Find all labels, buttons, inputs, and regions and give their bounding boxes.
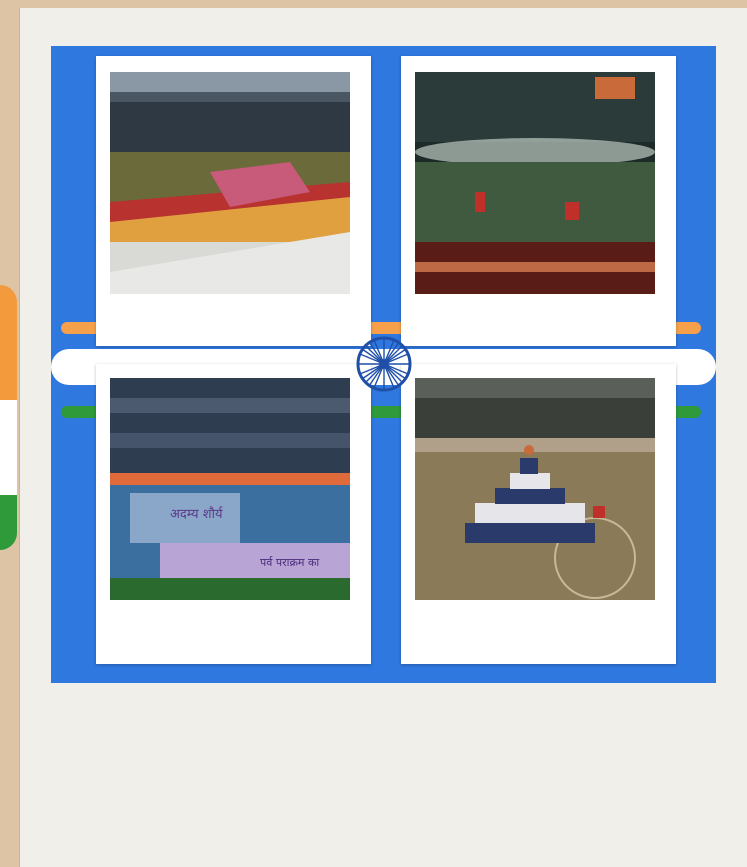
stadium-performance-photo: [110, 72, 350, 294]
photo-card-night-ceremony[interactable]: [401, 56, 676, 346]
page-canvas: अदम्य शौर्य पर्व पराक्रम का: [19, 8, 747, 867]
left-frame-strip: [0, 0, 19, 867]
ashoka-chakra-icon: [356, 336, 412, 392]
crowd-stage-photo: अदम्य शौर्य पर्व पराक्रम का: [110, 378, 350, 600]
night-stadium-photo: [415, 72, 655, 294]
photo-card-human-pyramid[interactable]: [401, 364, 676, 664]
photo-card-crowd-stage[interactable]: अदम्य शौर्य पर्व पराक्रम का: [96, 364, 371, 664]
photo-collage: अदम्य शौर्य पर्व पराक्रम का: [51, 46, 716, 683]
tricolor-white-stripe: [0, 400, 17, 495]
tricolor-saffron-stripe: [0, 285, 17, 400]
human-pyramid-photo: [415, 378, 655, 600]
photo-card-stadium-performers[interactable]: [96, 56, 371, 346]
stage-banner-text-1: अदम्य शौर्य: [170, 506, 223, 522]
tricolor-green-stripe: [0, 495, 17, 550]
stage-banner-text-2: पर्व पराक्रम का: [260, 556, 319, 569]
